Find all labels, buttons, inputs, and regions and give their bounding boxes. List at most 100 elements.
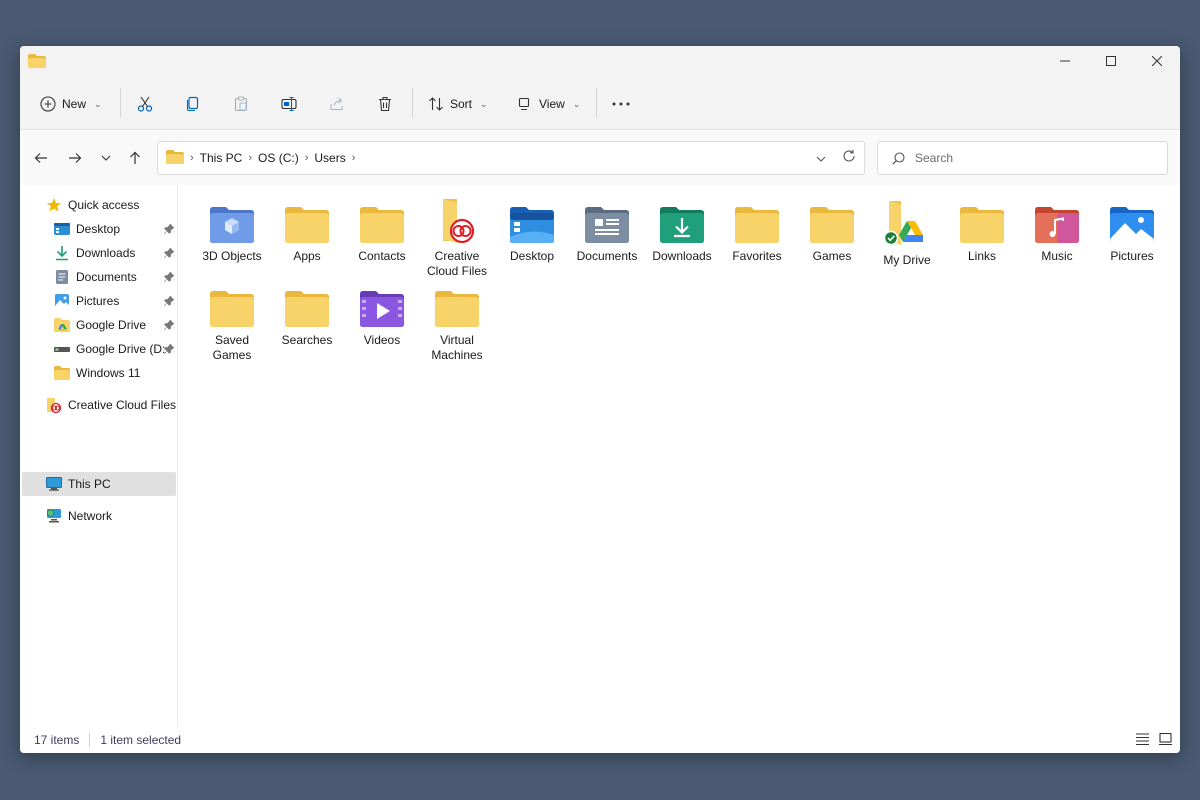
network-icon bbox=[46, 509, 61, 523]
folder-item-searches[interactable]: Searches bbox=[271, 283, 343, 348]
folder-item-contacts[interactable]: Contacts bbox=[346, 199, 418, 264]
more-icon bbox=[612, 102, 630, 106]
folder-name: Games bbox=[812, 249, 852, 263]
folder-item-favorites[interactable]: Favorites bbox=[721, 199, 793, 264]
delete-button[interactable] bbox=[377, 90, 393, 118]
breadcrumb-this-pc[interactable]: This PC bbox=[200, 151, 243, 165]
folder-name: Music bbox=[1041, 249, 1073, 263]
folder-name: Pictures bbox=[1110, 249, 1154, 263]
folder-name: My Drive bbox=[883, 253, 931, 267]
folder-item-apps[interactable]: Apps bbox=[271, 199, 343, 264]
navigation-row: › This PC › OS (C:) › Users › Search bbox=[20, 131, 1180, 185]
star-icon bbox=[46, 198, 62, 212]
folder-item-games[interactable]: Games bbox=[796, 199, 868, 264]
pin-icon bbox=[163, 247, 175, 261]
folder-item-3d-objects[interactable]: 3D Objects bbox=[196, 199, 268, 264]
folder-item-links[interactable]: Links bbox=[946, 199, 1018, 264]
view-button[interactable]: View ⌄ bbox=[517, 90, 580, 118]
file-list: 3D Objects Apps Contacts Creative Cloud … bbox=[180, 185, 1180, 727]
minimize-icon bbox=[1060, 60, 1070, 62]
up-button[interactable] bbox=[122, 145, 148, 171]
sidebar-item-desktop[interactable]: Desktop bbox=[22, 217, 176, 241]
3d-objects-icon bbox=[208, 199, 256, 243]
address-bar[interactable]: › This PC › OS (C:) › Users › bbox=[157, 141, 865, 175]
breadcrumb-users[interactable]: Users bbox=[314, 151, 345, 165]
new-button[interactable]: New ⌄ bbox=[40, 90, 102, 118]
title-bar bbox=[20, 46, 1180, 76]
recent-locations-button[interactable] bbox=[93, 145, 119, 171]
folder-name: Desktop bbox=[509, 249, 555, 263]
search-box[interactable]: Search bbox=[877, 141, 1168, 175]
sidebar-item-this-pc[interactable]: This PC bbox=[22, 472, 176, 496]
file-explorer-window: New ⌄ Sort ⌄ View ⌄ › This PC › OS (C:) … bbox=[20, 46, 1180, 753]
large-icons-view-button[interactable] bbox=[1159, 732, 1172, 748]
paste-button[interactable] bbox=[233, 90, 249, 118]
sidebar-item-documents[interactable]: Documents bbox=[22, 265, 176, 289]
see-more-button[interactable] bbox=[612, 90, 630, 118]
sidebar-item-google-drive-d[interactable]: Google Drive (D: bbox=[22, 337, 176, 361]
forward-button[interactable] bbox=[62, 145, 88, 171]
folder-name: Links bbox=[967, 249, 996, 263]
sidebar-item-creative-cloud[interactable]: Creative Cloud Files bbox=[22, 393, 176, 417]
close-button[interactable] bbox=[1134, 46, 1180, 76]
folder-item-pictures[interactable]: Pictures bbox=[1096, 199, 1168, 264]
details-view-button[interactable] bbox=[1136, 733, 1149, 748]
sidebar-item-pictures[interactable]: Pictures bbox=[22, 289, 176, 313]
search-placeholder: Search bbox=[915, 151, 954, 165]
folder-item-downloads[interactable]: Downloads bbox=[646, 199, 718, 264]
computer-icon bbox=[46, 477, 62, 491]
sort-label: Sort bbox=[450, 97, 473, 111]
sidebar-item-network[interactable]: Network bbox=[22, 504, 176, 528]
sidebar-item-downloads[interactable]: Downloads bbox=[22, 241, 176, 265]
folder-item-documents[interactable]: Documents bbox=[571, 199, 643, 264]
view-label: View bbox=[539, 97, 565, 111]
sidebar-item-label: Desktop bbox=[76, 222, 121, 236]
sidebar-item-quick-access[interactable]: Quick access bbox=[22, 193, 176, 217]
toolbar-divider bbox=[120, 88, 121, 118]
copy-button[interactable] bbox=[185, 90, 201, 118]
sidebar-item-google-drive[interactable]: Google Drive bbox=[22, 313, 176, 337]
selection-count: 1 item selected bbox=[100, 733, 182, 747]
folder-item-creative-cloud-files[interactable]: Creative Cloud Files bbox=[421, 199, 493, 279]
sidebar-item-label: Documents bbox=[76, 270, 137, 284]
folder-item-saved-games[interactable]: Saved Games bbox=[196, 283, 268, 363]
view-icon bbox=[518, 97, 530, 111]
drive-icon bbox=[54, 347, 70, 352]
minimize-button[interactable] bbox=[1042, 46, 1088, 76]
folder-icon bbox=[958, 199, 1006, 243]
folder-item-virtual-machines[interactable]: Virtual Machines bbox=[421, 283, 493, 363]
breadcrumb-os-c[interactable]: OS (C:) bbox=[258, 151, 299, 165]
toolbar-divider bbox=[412, 88, 413, 118]
status-divider bbox=[89, 733, 91, 747]
downloads-folder-icon bbox=[658, 199, 706, 243]
folder-icon bbox=[28, 54, 46, 71]
close-icon bbox=[1152, 56, 1162, 66]
folder-name: Creative Cloud Files bbox=[426, 249, 488, 278]
chevron-right-icon: › bbox=[190, 152, 194, 164]
folder-item-desktop[interactable]: Desktop bbox=[496, 199, 568, 264]
refresh-button[interactable] bbox=[842, 149, 856, 166]
maximize-icon bbox=[1106, 56, 1116, 66]
sidebar-item-windows-11[interactable]: Windows 11 bbox=[22, 361, 176, 385]
trash-icon bbox=[379, 96, 391, 112]
documents-folder-icon bbox=[583, 199, 631, 243]
sort-button[interactable]: Sort ⌄ bbox=[428, 90, 488, 118]
sidebar-item-label: Creative Cloud Files bbox=[67, 398, 176, 412]
sidebar-item-label: Google Drive bbox=[76, 318, 147, 332]
sidebar-item-label: Network bbox=[68, 509, 113, 523]
address-history-button[interactable] bbox=[816, 151, 826, 165]
share-button[interactable] bbox=[329, 90, 345, 118]
folder-item-videos[interactable]: Videos bbox=[346, 283, 418, 348]
folder-item-music[interactable]: Music bbox=[1021, 199, 1093, 264]
folder-name: Saved Games bbox=[212, 333, 252, 362]
rename-button[interactable] bbox=[281, 90, 299, 118]
pin-icon bbox=[163, 223, 175, 237]
cut-button[interactable] bbox=[137, 90, 153, 118]
folder-name: Favorites bbox=[732, 249, 782, 263]
google-drive-icon bbox=[883, 199, 931, 247]
creative-cloud-icon bbox=[433, 199, 481, 243]
maximize-button[interactable] bbox=[1088, 46, 1134, 76]
sidebar-item-label: This PC bbox=[68, 477, 111, 491]
folder-item-my-drive[interactable]: My Drive bbox=[871, 199, 943, 268]
back-button[interactable] bbox=[28, 145, 54, 171]
